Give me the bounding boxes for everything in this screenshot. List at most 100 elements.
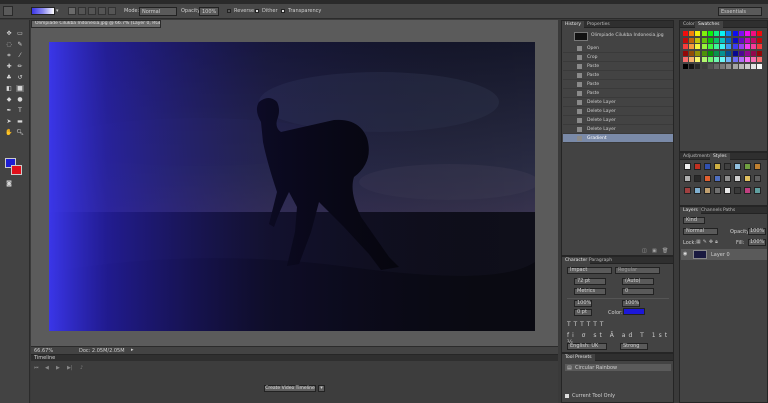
opacity-field[interactable]: 100% xyxy=(199,7,219,16)
lock-icons[interactable]: ▦✎✥🔒︎ xyxy=(696,239,720,245)
baseline-shift-field[interactable]: 0 pt xyxy=(574,309,592,316)
swatch[interactable] xyxy=(701,31,707,36)
history-item[interactable]: Paste xyxy=(563,71,673,80)
tab-paragraph[interactable]: Paragraph xyxy=(586,257,615,264)
blend-mode-select[interactable]: Normal xyxy=(683,228,718,235)
prev-frame-icon[interactable]: ◀ xyxy=(45,365,49,371)
brush-tool-icon[interactable]: ✏ xyxy=(16,63,24,70)
swatch[interactable] xyxy=(732,44,738,49)
swatch[interactable] xyxy=(757,57,763,62)
workspace-select[interactable]: Essentials xyxy=(718,7,762,16)
swatch[interactable] xyxy=(689,37,695,43)
swatch[interactable] xyxy=(738,44,744,49)
font-size-field[interactable]: 72 pt xyxy=(574,278,606,285)
style-preset[interactable] xyxy=(714,163,721,170)
swatch[interactable] xyxy=(732,50,738,56)
pen-tool-icon[interactable]: ✒ xyxy=(5,107,13,114)
history-item[interactable]: Delete Layer xyxy=(563,116,673,125)
swatch[interactable] xyxy=(726,31,732,36)
type-tool-icon[interactable]: T xyxy=(16,107,24,114)
layer-row[interactable]: ◉ Layer 0 xyxy=(681,249,767,260)
swatch[interactable] xyxy=(714,63,719,69)
timeline-tab[interactable]: Timeline xyxy=(34,355,55,361)
swatch[interactable] xyxy=(757,44,763,49)
text-color-swatch[interactable] xyxy=(623,308,645,315)
styles-grid[interactable] xyxy=(684,163,764,201)
style-preset[interactable] xyxy=(694,175,701,182)
eyedropper-icon[interactable]: ⁄ xyxy=(16,52,24,59)
swatch[interactable] xyxy=(726,57,732,62)
style-preset[interactable] xyxy=(684,187,691,194)
swatch[interactable] xyxy=(732,37,738,43)
swatch[interactable] xyxy=(695,31,701,36)
document-tab[interactable]: Olimpiade Cilukba Indonesia.jpg @ 66.7% … xyxy=(31,20,161,28)
style-preset[interactable] xyxy=(744,175,751,182)
audio-icon[interactable]: ♪ xyxy=(80,365,83,371)
antialias-select[interactable]: Strong xyxy=(620,343,648,350)
preset-item[interactable]: ▤ Circular Rainbow xyxy=(565,364,671,371)
eye-icon[interactable]: ◉ xyxy=(683,251,687,257)
swatch[interactable] xyxy=(701,37,707,43)
history-brush-icon[interactable]: ↺ xyxy=(16,74,24,81)
swatch[interactable] xyxy=(726,37,732,43)
move-tool-icon[interactable]: ✥ xyxy=(5,30,13,37)
current-tool-only-checkbox[interactable] xyxy=(565,394,569,398)
mode-select[interactable]: Normal xyxy=(139,7,177,16)
tracking-field[interactable]: 0 xyxy=(622,288,654,295)
swatch[interactable] xyxy=(757,63,763,69)
tab-tool-presets[interactable]: Tool Presets xyxy=(562,354,595,361)
swatch[interactable] xyxy=(751,50,757,56)
style-preset[interactable] xyxy=(734,187,741,194)
swatch[interactable] xyxy=(745,63,750,69)
fill-field[interactable]: 100% xyxy=(748,239,766,246)
tab-styles[interactable]: Styles xyxy=(710,153,730,160)
swatch[interactable] xyxy=(701,63,707,69)
swatch[interactable] xyxy=(732,57,738,62)
vertical-scale-field[interactable]: 100% xyxy=(574,300,592,307)
angle-gradient-button[interactable] xyxy=(88,7,96,15)
layer-filter-select[interactable]: Kind xyxy=(683,217,705,224)
swatch[interactable] xyxy=(738,50,744,56)
swatch[interactable] xyxy=(707,63,713,69)
dodge-tool-icon[interactable]: ● xyxy=(16,96,24,103)
style-preset[interactable] xyxy=(734,163,741,170)
swatch[interactable] xyxy=(751,44,757,49)
layer-opacity-field[interactable]: 100% xyxy=(748,228,766,235)
tab-history[interactable]: History xyxy=(562,21,585,28)
history-item[interactable]: Open xyxy=(563,44,673,53)
swatch[interactable] xyxy=(683,63,688,69)
swatch[interactable] xyxy=(683,50,688,56)
swatch[interactable] xyxy=(689,63,695,69)
swatch[interactable] xyxy=(701,57,707,62)
trash-icon[interactable]: 🗑︎ xyxy=(662,248,668,254)
swatch[interactable] xyxy=(732,63,738,69)
style-preset[interactable] xyxy=(714,187,721,194)
swatch[interactable] xyxy=(745,44,750,49)
swatch[interactable] xyxy=(745,50,750,56)
swatch[interactable] xyxy=(714,50,719,56)
swatch[interactable] xyxy=(701,44,707,49)
swatch[interactable] xyxy=(714,57,719,62)
gradient-tool-icon[interactable]: ■ xyxy=(16,85,24,92)
quick-select-icon[interactable]: ✎ xyxy=(16,41,24,48)
swatch[interactable] xyxy=(707,37,713,43)
history-item[interactable]: Paste xyxy=(563,80,673,89)
swatch[interactable] xyxy=(726,44,732,49)
swatch[interactable] xyxy=(726,63,732,69)
style-preset[interactable] xyxy=(724,163,731,170)
tab-paths[interactable]: Paths xyxy=(720,207,738,214)
swatch[interactable] xyxy=(683,37,688,43)
swatch[interactable] xyxy=(720,37,726,43)
style-preset[interactable] xyxy=(694,163,701,170)
swatch[interactable] xyxy=(695,63,701,69)
healing-brush-icon[interactable]: ✚ xyxy=(5,63,13,70)
style-preset[interactable] xyxy=(694,187,701,194)
swatch[interactable] xyxy=(683,44,688,49)
swatch[interactable] xyxy=(689,50,695,56)
style-preset[interactable] xyxy=(754,163,761,170)
tab-properties[interactable]: Properties xyxy=(584,21,613,28)
swatch[interactable] xyxy=(751,31,757,36)
history-snapshot[interactable]: Olimpiade Cilukba Indonesia.jpg xyxy=(564,31,672,42)
swatch-grid[interactable] xyxy=(683,31,765,71)
swatch[interactable] xyxy=(720,63,726,69)
